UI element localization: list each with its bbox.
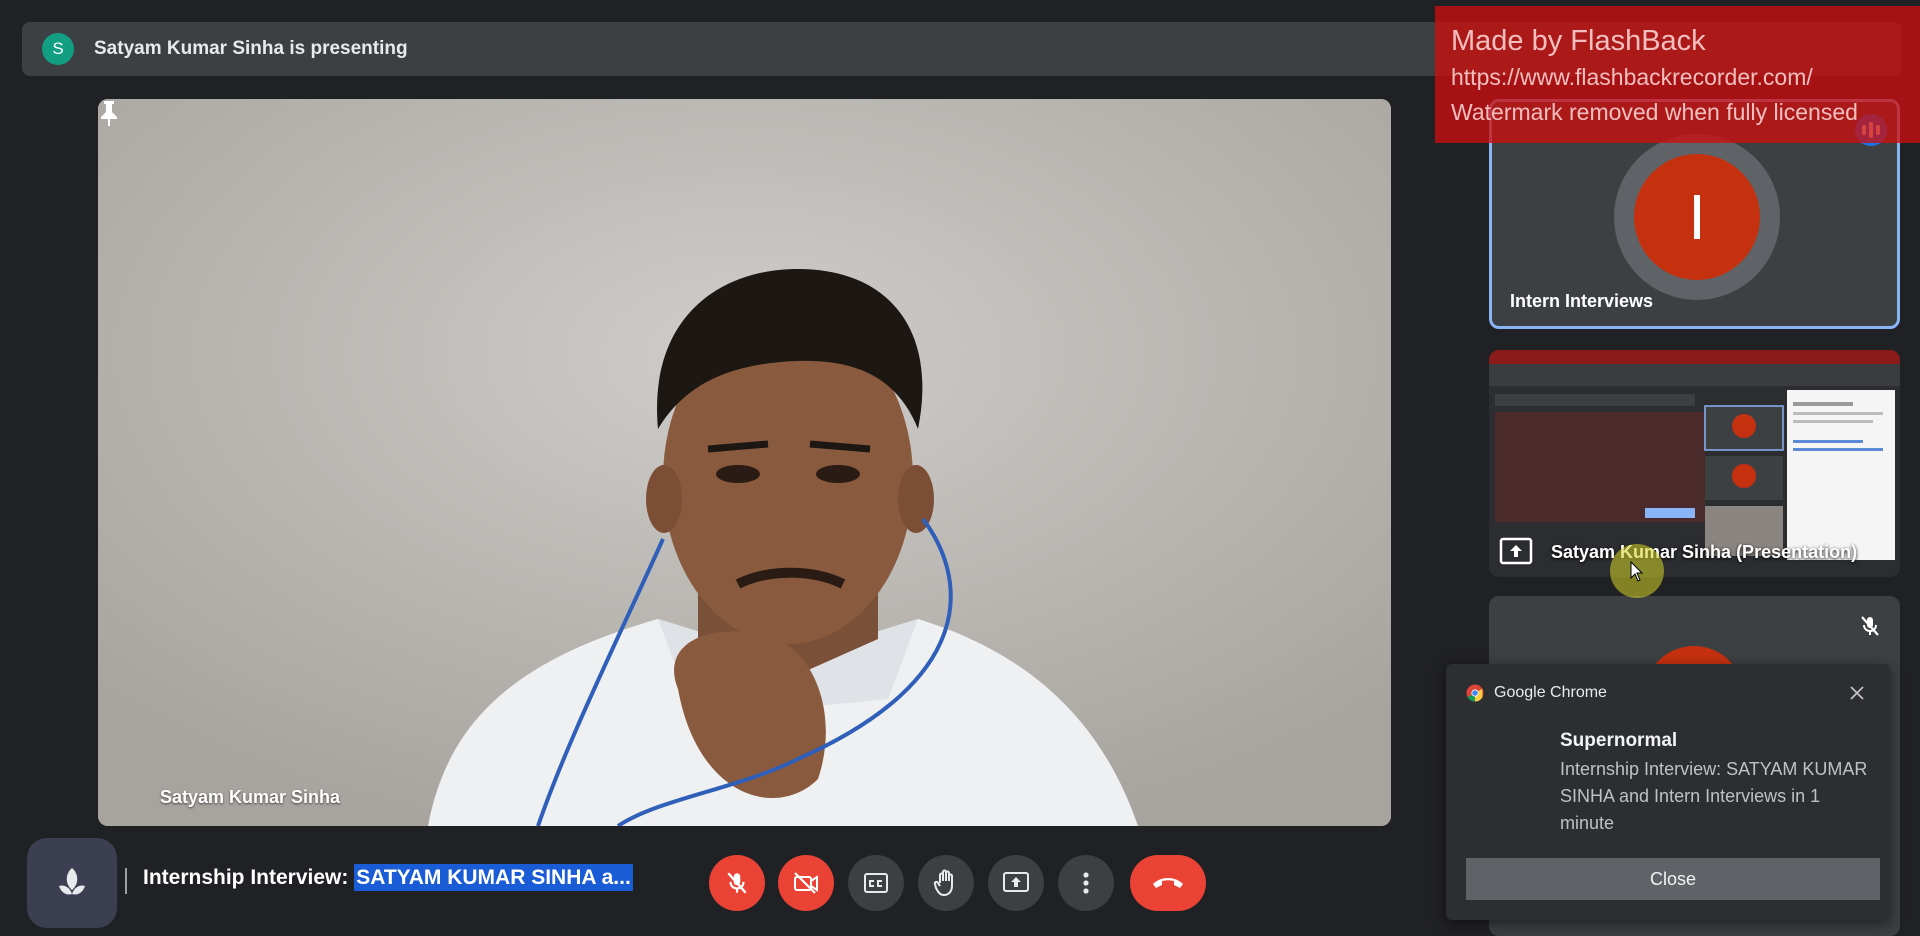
presenter-avatar: S [42,33,74,65]
activities-icon [59,868,85,895]
activities-button[interactable] [27,838,117,928]
chrome-notification[interactable]: Google Chrome Supernormal Internship Int… [1446,664,1890,920]
present-screen-icon [1499,537,1533,565]
meeting-title-selected: SATYAM KUMAR SINHA a... [354,864,633,891]
notification-close-button[interactable]: Close [1466,858,1880,900]
mouse-cursor-icon [1630,561,1644,582]
meeting-title-prefix: Internship Interview: [143,866,355,889]
tile-label: Satyam Kumar Sinha (Presentation) [1551,542,1858,562]
notification-body: Internship Interview: SATYAM KUMAR SINHA… [1560,759,1868,833]
present-now-button[interactable] [988,855,1044,911]
camera-toggle-button[interactable] [778,855,834,911]
more-options-icon [1083,872,1089,894]
watermark-note: Watermark removed when fully licensed [1451,99,1858,125]
toolbar-divider [125,868,127,894]
watermark-title: Made by FlashBack [1451,25,1706,57]
main-video-tile[interactable]: Satyam Kumar Sinha [98,99,1391,826]
more-options-button[interactable] [1058,855,1114,911]
captions-button[interactable] [848,855,904,911]
recorder-watermark: Made by FlashBack https://www.flashbackr… [1435,6,1920,143]
raise-hand-icon [933,869,953,897]
tile-label: Intern Interviews [1510,291,1654,311]
camera-off-icon [794,872,818,894]
present-icon [1003,872,1029,892]
pin-icon[interactable] [98,99,120,127]
notification-app-name: Google Chrome [1494,684,1607,701]
avatar: I [1634,154,1760,280]
mic-muted-icon [1861,616,1879,636]
notification-header: Google Chrome [1466,684,1607,702]
participant-name: Satyam Kumar Sinha [160,787,341,807]
watermark-url: https://www.flashbackrecorder.com/ [1451,64,1813,90]
chrome-icon [1466,684,1484,702]
close-icon[interactable] [1846,682,1868,704]
raise-hand-button[interactable] [918,855,974,911]
notification-title: Supernormal [1560,730,1678,751]
participant-video [98,99,1391,826]
mic-off-icon [727,872,747,894]
captions-icon [864,873,888,893]
presenting-text: Satyam Kumar Sinha is presenting [94,38,408,59]
leave-call-button[interactable] [1130,855,1206,911]
meeting-title: Internship Interview: SATYAM KUMAR SINHA… [143,864,633,891]
end-call-icon [1153,878,1183,888]
presentation-tile[interactable]: Satyam Kumar Sinha (Presentation) [1489,350,1900,577]
microphone-toggle-button[interactable] [709,855,765,911]
